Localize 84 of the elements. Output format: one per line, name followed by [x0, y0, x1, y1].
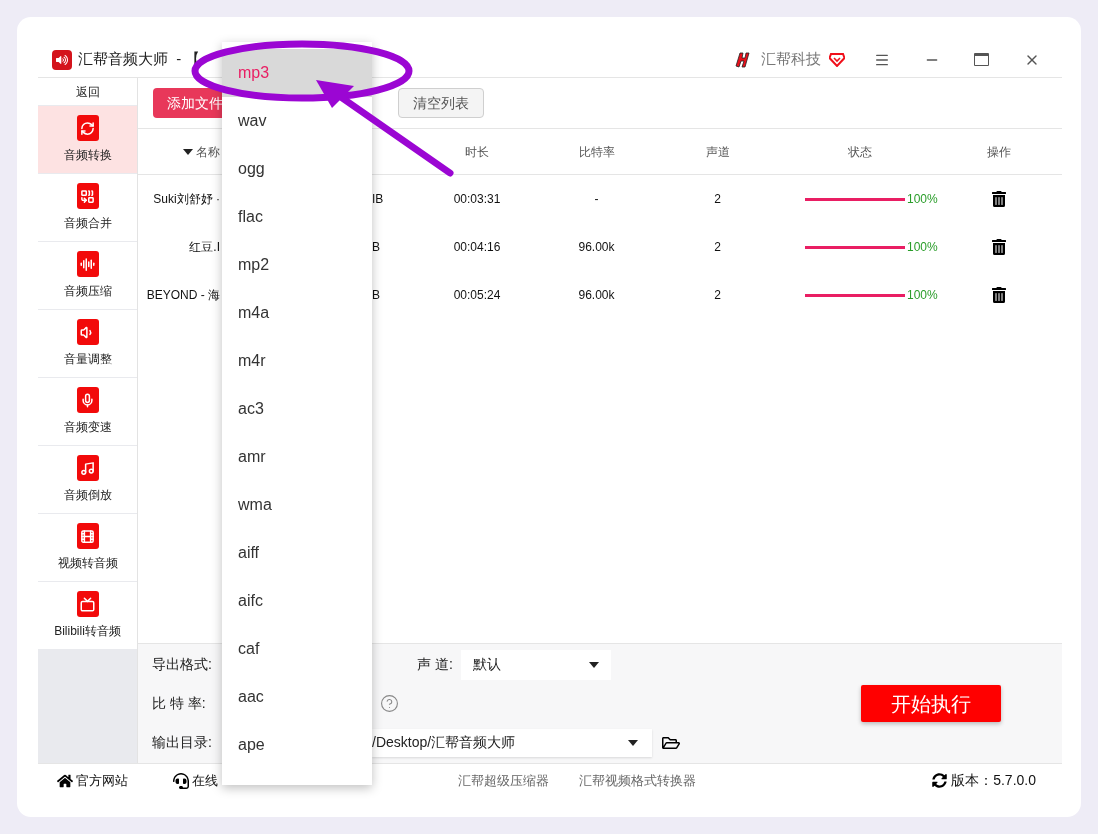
help-icon[interactable]	[380, 694, 399, 713]
progress-text: 100%	[907, 239, 938, 256]
column-header[interactable]: 名称	[183, 142, 220, 161]
column-header[interactable]: 声道	[705, 142, 730, 161]
dropdown-option[interactable]: m4a	[222, 289, 372, 337]
refresh-icon[interactable]	[932, 773, 948, 788]
sidebar-item[interactable]: Bilibili转音频	[38, 582, 137, 649]
column-header[interactable]: 时长	[465, 142, 489, 161]
table-cell-text: 96.00k	[578, 239, 615, 256]
dropdown-option[interactable]: wav	[222, 97, 372, 145]
clear-list-button[interactable]: 清空列表	[398, 88, 484, 118]
table-cell-text: 红豆.I	[189, 239, 220, 256]
column-header[interactable]: 状态	[848, 142, 872, 161]
sidebar-item[interactable]: 音频倒放	[38, 446, 137, 513]
field-label: 声 道:	[417, 655, 453, 674]
dropdown-option[interactable]: wma	[222, 481, 372, 529]
start-button[interactable]: 开始执行	[861, 685, 1001, 722]
dropdown-option[interactable]: ape	[222, 721, 372, 769]
sidebar-item[interactable]: 视频转音频	[38, 514, 137, 581]
version-text: 版本：5.7.0.0	[951, 771, 1036, 790]
caret-icon	[588, 661, 599, 668]
sidebar-item[interactable]: 音频压缩	[38, 242, 137, 309]
maximize-icon[interactable]	[974, 53, 989, 66]
progress-text: 100%	[907, 191, 938, 208]
product-link[interactable]: 汇帮视频格式转换器	[579, 770, 696, 791]
table-cell: IB	[372, 192, 384, 206]
table-cell: B	[372, 288, 380, 302]
delete-icon[interactable]	[991, 287, 1007, 303]
table-cell: B	[372, 240, 380, 254]
tv-icon	[76, 591, 99, 617]
sidebar-item[interactable]: 音频合并	[38, 174, 137, 241]
table-cell-text: 2	[714, 239, 721, 256]
merge-file-icon	[76, 183, 99, 209]
dropdown-option[interactable]: aac	[222, 673, 372, 721]
caret-icon	[628, 739, 638, 746]
delete-icon[interactable]	[991, 239, 1007, 255]
dropdown-option[interactable]: aiff	[222, 529, 372, 577]
dropdown-option[interactable]: ogg	[222, 145, 372, 193]
dropdown-option[interactable]: aifc	[222, 577, 372, 625]
field-label: 输出目录:	[152, 734, 212, 750]
dropdown-option[interactable]: flac	[222, 193, 372, 241]
sidebar-item[interactable]: 音频转换	[38, 106, 137, 173]
footer-link[interactable]: 在线	[192, 770, 218, 791]
dropdown-option[interactable]: m4r	[222, 337, 372, 385]
headset-icon[interactable]	[173, 772, 189, 789]
table-cell-text: BEYOND - 海	[146, 287, 220, 304]
table-cell-text: 00:05:24	[453, 287, 501, 304]
app-logo-icon	[52, 49, 72, 70]
table-cell-text: Suki刘舒妤 ·	[153, 191, 220, 208]
dropdown-option[interactable]: ac3	[222, 385, 372, 433]
progress-text: 100%	[907, 287, 938, 304]
field-label: 导出格式:	[152, 656, 212, 672]
film-strip-icon	[76, 523, 99, 549]
column-header[interactable]: 操作	[987, 142, 1011, 161]
product-link[interactable]: 汇帮超级压缩器	[458, 770, 549, 791]
diamond-heart-icon[interactable]	[829, 52, 845, 67]
home-icon[interactable]	[57, 772, 73, 789]
footer-link[interactable]: 官方网站	[76, 770, 128, 791]
microphone-file-icon	[76, 387, 99, 413]
table-cell-text: 2	[714, 191, 721, 208]
sidebar-item[interactable]: 音频变速	[38, 378, 137, 445]
table-cell-text: 00:04:16	[453, 239, 501, 256]
dropdown-option[interactable]: caf	[222, 625, 372, 673]
table-cell-text: -	[594, 191, 599, 208]
back-button[interactable]: 返回	[38, 78, 137, 105]
table-cell-text: 96.00k	[578, 287, 615, 304]
refresh-file-icon	[76, 115, 99, 141]
music-note-file-icon	[76, 455, 99, 481]
table-cell-text: 2	[714, 287, 721, 304]
output-folder-select[interactable]: /Desktop/汇帮音频大师	[372, 728, 652, 757]
speaker-file-icon	[76, 319, 99, 345]
sidebar-item[interactable]: 音量调整	[38, 310, 137, 377]
add-file-button[interactable]: 添加文件	[153, 88, 222, 118]
dropdown-option[interactable]: amr	[222, 433, 372, 481]
brand-name: 汇帮科技	[761, 49, 821, 70]
dropdown-option[interactable]: mp2	[222, 241, 372, 289]
waveform-file-icon	[76, 251, 99, 277]
table-cell-text: 00:03:31	[453, 191, 501, 208]
column-header[interactable]: 比特率	[578, 142, 615, 161]
channel-select[interactable]: 默认	[460, 649, 611, 680]
brand-logo-icon	[732, 49, 752, 70]
field-label: 比 特 率:	[152, 695, 206, 711]
delete-icon[interactable]	[991, 191, 1007, 207]
sort-caret-icon	[183, 148, 193, 155]
